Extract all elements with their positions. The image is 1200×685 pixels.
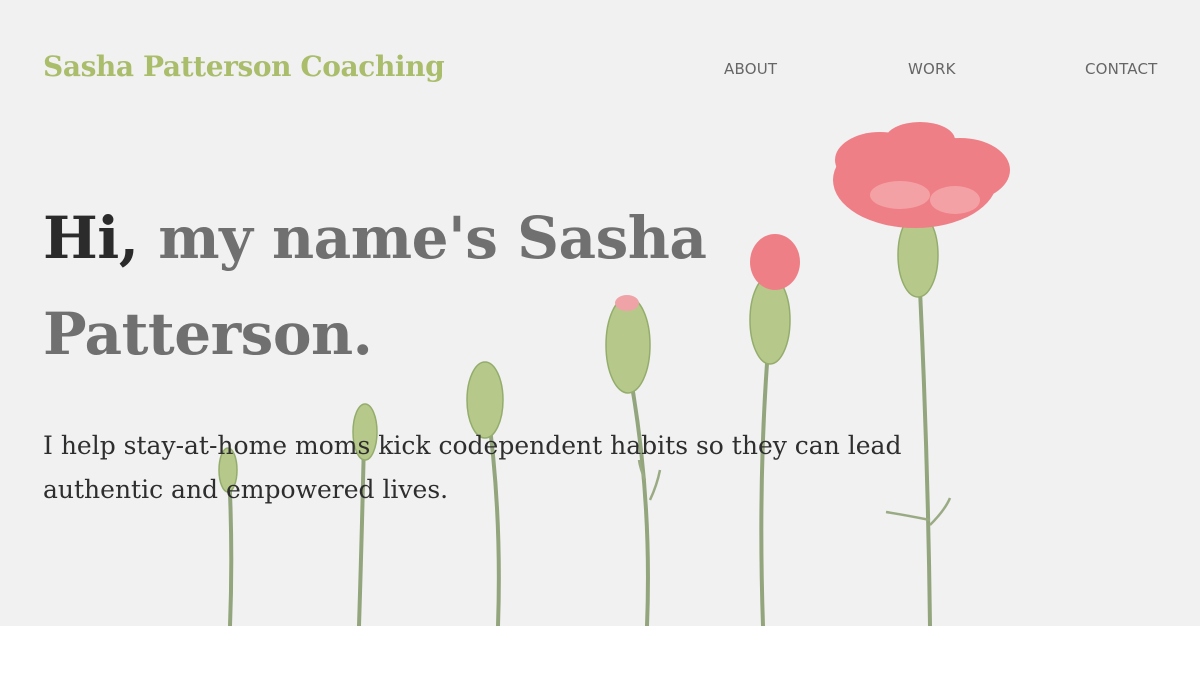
hero-headline: Hi, my name's Sasha Patterson.: [43, 190, 723, 382]
nav-work-link[interactable]: WORK: [908, 60, 956, 78]
headline-greeting: Hi,: [43, 204, 139, 272]
nav-about-link[interactable]: ABOUT: [724, 60, 777, 78]
headline-name: my name's Sasha Patterson.: [43, 204, 707, 368]
nav-contact-link[interactable]: CONTACT: [1085, 60, 1158, 78]
page-content-area: [0, 626, 1200, 685]
brand-logo-link[interactable]: Sasha Patterson Coaching: [43, 50, 445, 83]
hero-section: Sasha Patterson Coaching ABOUT WORK CONT…: [0, 0, 1200, 626]
hero-tagline: I help stay-at-home moms kick codependen…: [43, 431, 902, 504]
